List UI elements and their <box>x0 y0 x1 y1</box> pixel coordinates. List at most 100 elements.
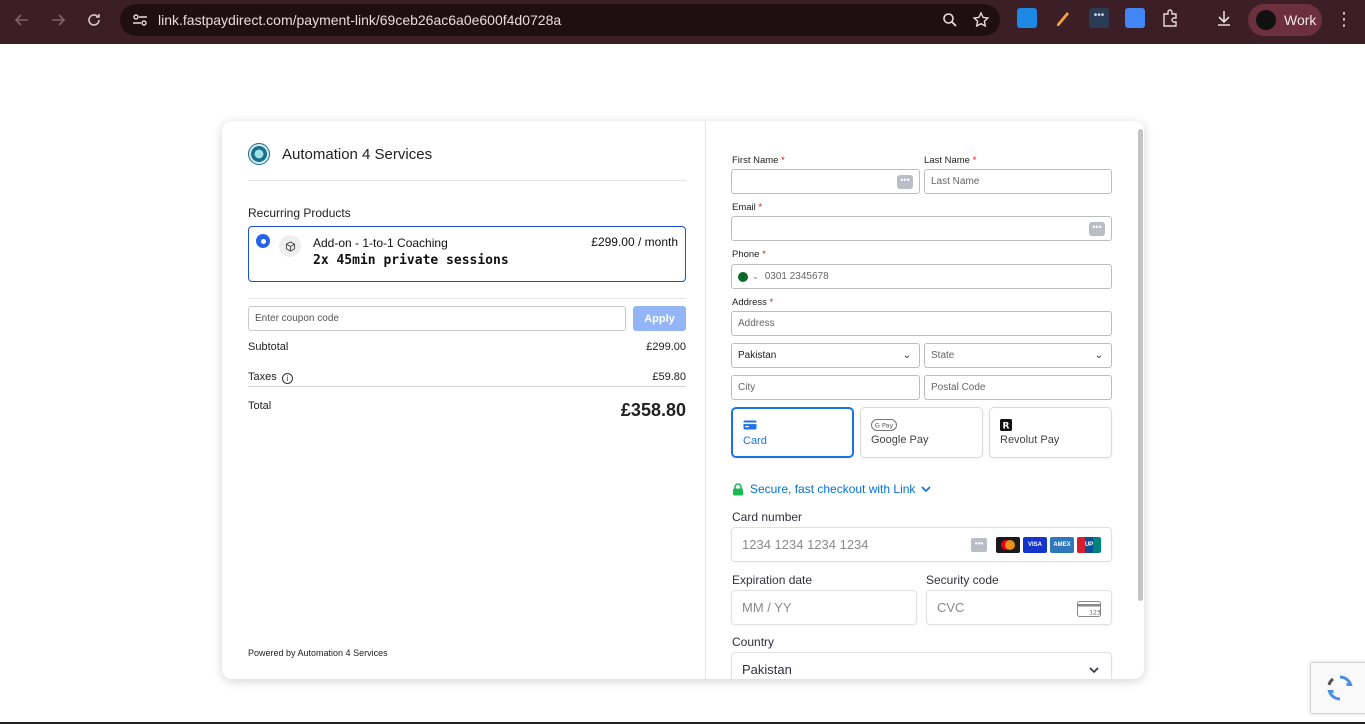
extensions-puzzle-icon[interactable] <box>1161 8 1181 28</box>
pencil-extension-icon[interactable] <box>1053 8 1073 28</box>
divider <box>248 298 686 299</box>
site-settings-icon <box>133 14 147 26</box>
revolut-icon: R <box>1000 419 1012 434</box>
dots-extension-icon[interactable]: ••• <box>1089 8 1109 28</box>
google-pay-icon: G Pay <box>871 419 897 434</box>
email-field[interactable]: ••• <box>731 216 1112 241</box>
card-number-placeholder: 1234 1234 1234 1234 <box>742 537 869 552</box>
payment-country-select[interactable]: Pakistan <box>731 652 1112 679</box>
profile-label: Work <box>1284 12 1317 28</box>
cvc-label: Security code <box>926 573 999 587</box>
total-label: Total <box>248 400 272 412</box>
arrow-right-icon <box>52 14 66 26</box>
merchant-header: Automation 4 Services <box>248 143 432 165</box>
payment-method-card[interactable]: Card <box>731 407 854 458</box>
coupon-input[interactable] <box>248 306 626 331</box>
card-number-label: Card number <box>732 510 803 524</box>
extension-1-icon[interactable] <box>1017 8 1037 28</box>
total-value: £358.80 <box>620 400 686 420</box>
browser-menu-icon[interactable]: ⋮ <box>1334 8 1354 32</box>
url-text: link.fastpaydirect.com/payment-link/69ce… <box>158 12 562 28</box>
form-scrollbar[interactable] <box>1138 129 1143 601</box>
taxes-row: Taxes i £59.80 <box>248 371 686 384</box>
subtotal-value: £299.00 <box>646 341 686 353</box>
autofill-icon[interactable]: ••• <box>1089 222 1105 236</box>
taxes-value: £59.80 <box>652 371 686 383</box>
apply-coupon-button[interactable]: Apply <box>633 306 686 331</box>
postal-code-field[interactable]: Postal Code <box>924 375 1112 400</box>
download-icon[interactable] <box>1214 8 1234 28</box>
phone-field[interactable]: ⌄ 0301 2345678 <box>731 264 1112 289</box>
autofill-icon[interactable]: ••• <box>971 538 987 552</box>
autofill-icon[interactable]: ••• <box>897 175 913 189</box>
country-select[interactable]: Pakistan ⌄ <box>731 343 920 368</box>
first-name-field[interactable]: ••• <box>731 169 920 194</box>
chevron-down-icon <box>1089 667 1099 674</box>
svg-text:123: 123 <box>1089 610 1101 617</box>
city-field[interactable]: City <box>731 375 920 400</box>
info-icon[interactable]: i <box>281 373 293 384</box>
address-label: Address * <box>732 297 774 308</box>
cvc-placeholder: CVC <box>937 600 965 615</box>
checkout-panel: Automation 4 Services Recurring Products… <box>222 121 1144 679</box>
first-name-label: First Name * <box>732 155 785 166</box>
package-icon <box>279 235 301 257</box>
cvc-card-icon: 123 <box>1077 601 1101 617</box>
subtotal-row: Subtotal £299.00 <box>248 341 686 353</box>
bookmark-star-icon[interactable] <box>972 11 990 29</box>
cvc-field[interactable]: CVC 123 <box>926 590 1112 625</box>
taxes-label: Taxes <box>248 371 277 383</box>
product-description: 2x 45min private sessions <box>313 253 509 268</box>
chevron-down-icon <box>921 486 931 493</box>
lock-icon <box>733 482 743 495</box>
flag-icon[interactable] <box>738 271 748 282</box>
forward-button[interactable] <box>40 2 76 38</box>
link-checkout-toggle[interactable]: Secure, fast checkout with Link <box>732 482 931 496</box>
arrow-left-icon <box>14 14 28 26</box>
payment-method-revolut-pay[interactable]: R Revolut Pay <box>989 407 1112 458</box>
address-bar[interactable]: link.fastpaydirect.com/payment-link/69ce… <box>120 4 1000 36</box>
merchant-name: Automation 4 Services <box>282 145 433 163</box>
unionpay-icon: UP <box>1077 537 1101 553</box>
translate-extension-icon[interactable] <box>1125 8 1145 28</box>
payment-country-value: Pakistan <box>742 662 792 677</box>
last-name-field[interactable]: Last Name <box>924 169 1112 194</box>
product-name: Add-on - 1-to-1 Coaching <box>313 236 448 250</box>
expiry-field[interactable]: MM / YY <box>731 590 917 625</box>
reload-button[interactable] <box>76 2 112 38</box>
payment-method-label: Google Pay <box>871 434 929 446</box>
card-brands: ••• VISA AMEX UP <box>971 537 1101 553</box>
recaptcha-badge[interactable] <box>1310 662 1365 714</box>
profile-button[interactable]: Work <box>1248 4 1322 36</box>
chevron-down-icon[interactable]: ⌄ <box>752 272 759 281</box>
phone-label: Phone * <box>732 249 766 260</box>
product-radio[interactable] <box>256 234 270 248</box>
country-value: Pakistan <box>738 350 777 361</box>
powered-by: Powered by Automation 4 Services <box>248 648 388 658</box>
reload-icon <box>88 14 100 26</box>
svg-text:G Pay: G Pay <box>875 422 894 430</box>
recaptcha-icon <box>1327 675 1353 701</box>
email-label: Email * <box>732 202 763 213</box>
billing-form: First Name * ••• Last Name * Last Name E… <box>706 121 1144 679</box>
section-title: Recurring Products <box>248 206 351 220</box>
payment-method-google-pay[interactable]: G Pay Google Pay <box>860 407 983 458</box>
divider <box>248 386 686 387</box>
last-name-label: Last Name * <box>924 155 977 166</box>
amex-icon: AMEX <box>1050 537 1074 553</box>
svg-text:R: R <box>1003 422 1010 432</box>
order-summary: Automation 4 Services Recurring Products… <box>222 121 705 679</box>
expiry-label: Expiration date <box>732 573 813 587</box>
chevron-down-icon: ⌄ <box>902 350 911 361</box>
mastercard-icon <box>996 537 1020 553</box>
product-option[interactable]: Add-on - 1-to-1 Coaching 2x 45min privat… <box>248 226 686 282</box>
address-field[interactable]: Address <box>731 311 1112 336</box>
divider <box>248 180 686 181</box>
back-button[interactable] <box>4 2 40 38</box>
avatar <box>1256 10 1276 30</box>
state-select[interactable]: State ⌄ <box>924 343 1112 368</box>
card-number-field[interactable]: 1234 1234 1234 1234 ••• VISA AMEX UP <box>731 527 1112 562</box>
zoom-icon[interactable] <box>942 12 958 28</box>
visa-icon: VISA <box>1023 537 1047 553</box>
phone-placeholder: 0301 2345678 <box>764 271 829 282</box>
